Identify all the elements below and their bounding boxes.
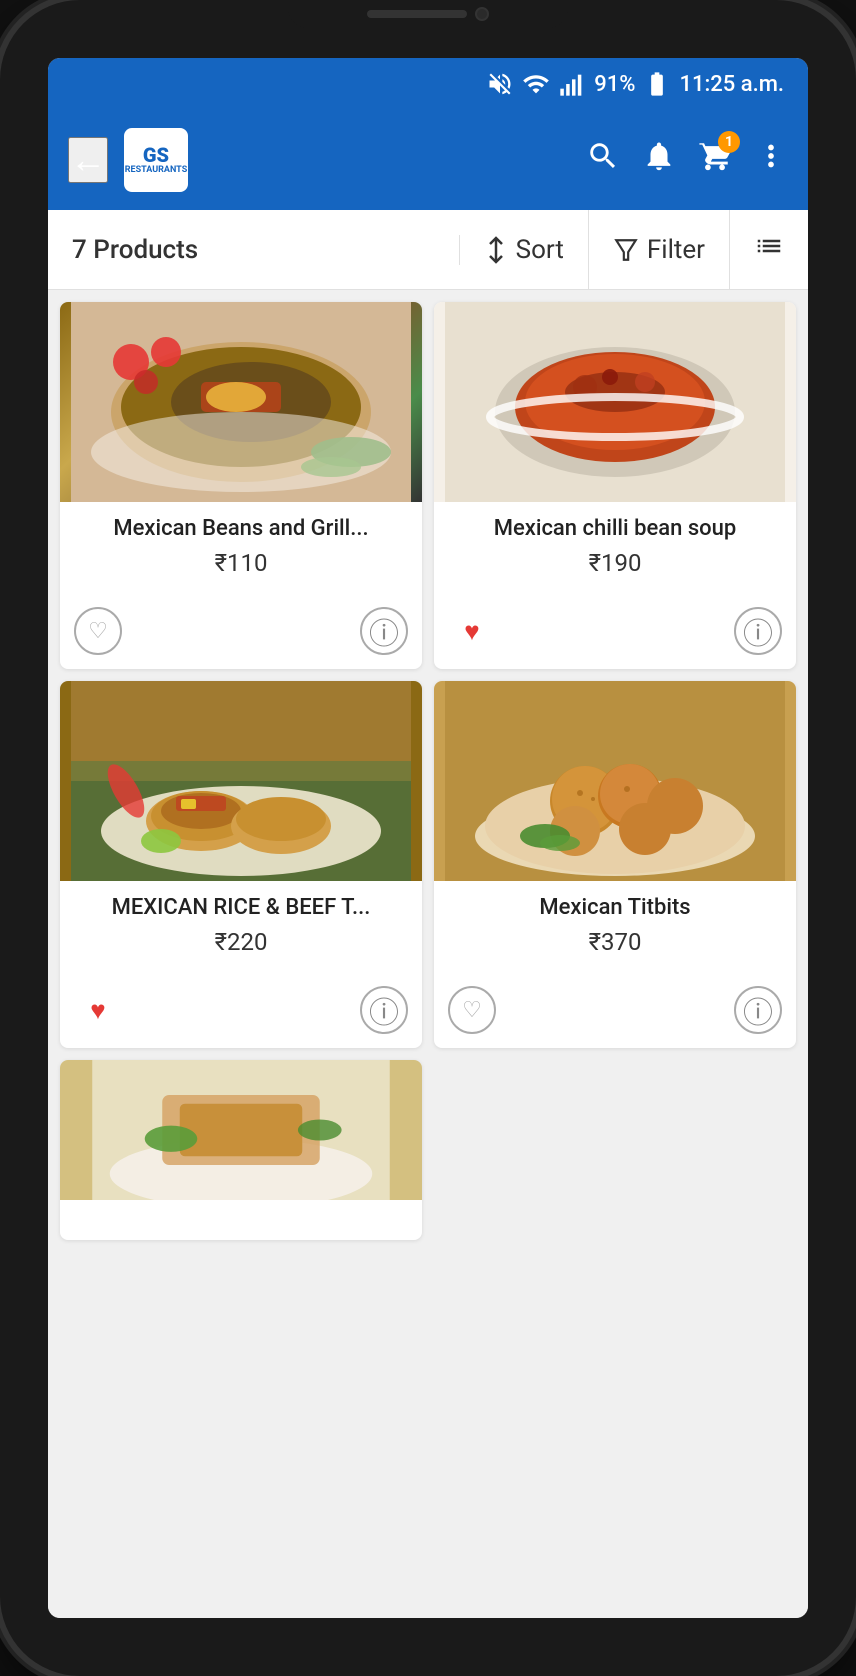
wifi-icon: [522, 70, 550, 98]
time-text: 11:25 a.m.: [679, 72, 784, 97]
product-food-svg-5: [60, 1060, 422, 1200]
products-count: 7 Products: [48, 235, 460, 265]
heart-empty-icon-4: [462, 997, 482, 1023]
sort-button[interactable]: Sort: [460, 210, 589, 289]
cart-button[interactable]: 1: [698, 139, 732, 181]
phone-notch: [288, 0, 568, 28]
list-view-icon: [754, 231, 784, 261]
bell-icon: [642, 139, 676, 173]
product-actions-3: [60, 978, 422, 1048]
sort-icon: [484, 236, 508, 264]
product-image-4: [434, 681, 796, 881]
product-food-svg-2: [434, 302, 796, 502]
product-info-2: Mexican chilli bean soup ₹190: [434, 502, 796, 599]
product-card-2: Mexican chilli bean soup ₹190: [434, 302, 796, 669]
cart-count: 1: [718, 131, 740, 153]
back-button[interactable]: ←: [68, 137, 108, 183]
info-button-3[interactable]: [360, 986, 408, 1034]
product-price-1: ₹110: [74, 549, 408, 577]
more-options-button[interactable]: [754, 139, 788, 181]
product-food-svg-4: [434, 681, 796, 881]
product-image-1: [60, 302, 422, 502]
app-bar: ← GS RESTAURANTS: [48, 110, 808, 210]
product-card-5: [60, 1060, 422, 1240]
list-view-button[interactable]: [730, 231, 808, 268]
search-icon: [586, 139, 620, 173]
app-logo: GS RESTAURANTS: [124, 128, 188, 192]
wishlist-button-1[interactable]: [74, 607, 122, 655]
product-image-5: [60, 1060, 422, 1200]
filter-icon: [613, 237, 639, 263]
product-food-svg-3: [60, 681, 422, 881]
product-price-3: ₹220: [74, 928, 408, 956]
heart-filled-icon-2: [464, 616, 479, 647]
products-toolbar: 7 Products Sort Filter: [48, 210, 808, 290]
filter-button[interactable]: Filter: [589, 210, 730, 289]
product-actions-4: [434, 978, 796, 1048]
speaker: [367, 10, 467, 18]
wishlist-button-2[interactable]: [448, 607, 496, 655]
products-container: Mexican Beans and Grill... ₹110: [48, 290, 808, 1618]
product-info-3: MEXICAN RICE & BEEF T... ₹220: [60, 881, 422, 978]
products-grid: Mexican Beans and Grill... ₹110: [60, 302, 796, 1240]
signal-icon: [558, 70, 586, 98]
heart-empty-icon-1: [88, 618, 108, 644]
product-name-3: MEXICAN RICE & BEEF T...: [74, 895, 408, 920]
product-food-svg-1: [60, 302, 422, 502]
product-image-3: [60, 681, 422, 881]
phone-frame: 91% 11:25 a.m. ← GS RESTAURANTS: [0, 0, 856, 1676]
product-price-2: ₹190: [448, 549, 782, 577]
info-button-2[interactable]: [734, 607, 782, 655]
product-price-4: ₹370: [448, 928, 782, 956]
heart-filled-icon-3: [90, 995, 105, 1026]
product-name-4: Mexican Titbits: [448, 895, 782, 920]
product-card-4: Mexican Titbits ₹370: [434, 681, 796, 1048]
sort-label: Sort: [516, 235, 564, 265]
battery-text: 91%: [594, 72, 635, 97]
product-image-2: [434, 302, 796, 502]
info-button-1[interactable]: [360, 607, 408, 655]
status-icons: 91% 11:25 a.m.: [486, 70, 784, 98]
more-icon: [754, 139, 788, 173]
mute-icon: [486, 70, 514, 98]
filter-label: Filter: [647, 235, 705, 265]
wishlist-button-4[interactable]: [448, 986, 496, 1034]
battery-icon: [643, 70, 671, 98]
status-bar: 91% 11:25 a.m.: [48, 58, 808, 110]
product-actions-2: [434, 599, 796, 669]
search-button[interactable]: [586, 139, 620, 181]
info-button-4[interactable]: [734, 986, 782, 1034]
product-card-3: MEXICAN RICE & BEEF T... ₹220: [60, 681, 422, 1048]
product-name-2: Mexican chilli bean soup: [448, 516, 782, 541]
product-name-1: Mexican Beans and Grill...: [74, 516, 408, 541]
wishlist-button-3[interactable]: [74, 986, 122, 1034]
front-camera: [475, 7, 489, 21]
product-card-1: Mexican Beans and Grill... ₹110: [60, 302, 422, 669]
product-info-4: Mexican Titbits ₹370: [434, 881, 796, 978]
product-actions-1: [60, 599, 422, 669]
notification-button[interactable]: [642, 139, 676, 181]
product-info-1: Mexican Beans and Grill... ₹110: [60, 502, 422, 599]
phone-screen: 91% 11:25 a.m. ← GS RESTAURANTS: [48, 58, 808, 1618]
app-bar-actions: 1: [586, 139, 788, 181]
